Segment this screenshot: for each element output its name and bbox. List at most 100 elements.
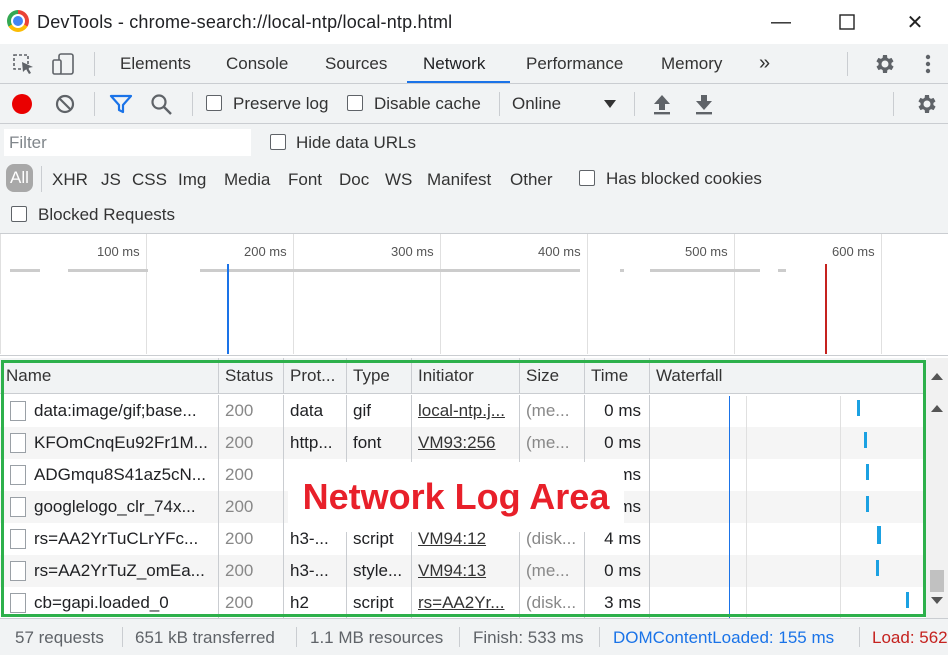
cell-size: (me... xyxy=(520,555,585,587)
filter-input[interactable] xyxy=(4,129,251,156)
network-log-area-label: Network Log Area xyxy=(288,462,624,532)
overview-tick-label: 100 ms xyxy=(97,244,140,259)
tab-performance[interactable]: Performance xyxy=(516,44,633,83)
waterfall-bar xyxy=(876,560,879,576)
import-har-button[interactable] xyxy=(652,93,672,120)
request-count: 57 requests xyxy=(15,628,104,647)
overview-activity-bar xyxy=(10,269,40,272)
cell-status: 200 xyxy=(219,427,284,459)
has-blocked-cookies-label: Has blocked cookies xyxy=(606,169,762,188)
settings-gear-icon[interactable] xyxy=(871,52,897,76)
hide-data-urls-checkbox[interactable] xyxy=(270,134,286,150)
divider xyxy=(847,52,848,76)
cell-type: script xyxy=(347,587,412,619)
tab-network[interactable]: Network xyxy=(407,44,510,83)
overview-activity-bar xyxy=(200,269,580,272)
cell-name: rs=AA2YrTuZ_omEa... xyxy=(0,555,219,587)
filter-type-manifest[interactable]: Manifest xyxy=(427,170,491,190)
filter-toggle-button[interactable] xyxy=(109,94,133,119)
record-button[interactable] xyxy=(12,94,32,114)
column-header-status[interactable]: Status xyxy=(219,358,284,394)
network-settings-button[interactable] xyxy=(913,92,939,121)
cell-status: 200 xyxy=(219,587,284,619)
disable-cache-checkbox[interactable] xyxy=(347,95,363,111)
column-header-time[interactable]: Time xyxy=(585,358,650,394)
export-har-button[interactable] xyxy=(694,93,714,120)
blocked-requests-checkbox[interactable] xyxy=(11,206,27,222)
filter-type-all[interactable]: All xyxy=(6,164,33,192)
table-row[interactable]: cb=gapi.loaded_0 200 h2 script rs=AA2Yr... (d… xyxy=(0,587,925,619)
filter-type-font[interactable]: Font xyxy=(288,170,322,190)
cell-protocol: h3-... xyxy=(284,555,347,587)
tab-elements[interactable]: Elements xyxy=(110,44,201,83)
maximize-icon xyxy=(839,14,855,30)
minimize-button[interactable]: — xyxy=(766,8,796,36)
cell-initiator[interactable]: rs=AA2Yr... xyxy=(412,587,520,619)
gear-icon xyxy=(918,95,936,113)
column-header-waterfall[interactable]: Waterfall xyxy=(650,358,925,394)
column-header-name[interactable]: Name xyxy=(0,358,219,394)
column-header-type[interactable]: Type xyxy=(347,358,412,394)
filter-type-ws[interactable]: WS xyxy=(385,170,412,190)
filter-type-other[interactable]: Other xyxy=(510,170,553,190)
tab-memory[interactable]: Memory xyxy=(651,44,732,83)
close-button[interactable]: ✕ xyxy=(900,8,930,36)
filter-type-xhr[interactable]: XHR xyxy=(52,170,88,190)
overview-gridline xyxy=(440,234,441,354)
waterfall-bar xyxy=(857,400,860,416)
overview-gridline xyxy=(734,234,735,354)
tab-console[interactable]: Console xyxy=(216,44,298,83)
filter-funnel-icon xyxy=(109,94,133,114)
table-scrollbar[interactable] xyxy=(926,358,948,618)
cell-name: rs=AA2YrTuCLrYFc... xyxy=(0,523,219,555)
scroll-up-arrow-icon[interactable] xyxy=(931,372,943,382)
scrollbar-thumb[interactable] xyxy=(930,570,944,592)
preserve-log-label: Preserve log xyxy=(233,94,329,113)
waterfall-bar xyxy=(866,496,869,512)
table-row[interactable]: rs=AA2YrTuZ_omEa... 200 h3-... style... VM94… xyxy=(0,555,925,587)
clear-button[interactable] xyxy=(54,93,76,120)
cell-initiator[interactable]: VM94:13 xyxy=(412,555,520,587)
divider xyxy=(893,92,894,116)
has-blocked-cookies-checkbox[interactable] xyxy=(579,170,595,186)
search-button[interactable] xyxy=(150,93,174,122)
table-header: Name Status Prot... Type Initiator Size … xyxy=(0,358,925,394)
more-tabs-button[interactable]: » xyxy=(749,44,780,83)
filter-type-img[interactable]: Img xyxy=(178,170,206,190)
filter-type-doc[interactable]: Doc xyxy=(339,170,369,190)
device-toolbar-icon[interactable] xyxy=(50,52,76,76)
overview-activity-bar xyxy=(68,269,148,272)
tab-sources[interactable]: Sources xyxy=(315,44,397,83)
scroll-down-arrow-icon[interactable] xyxy=(931,596,943,606)
timeline-overview[interactable]: 100 ms 200 ms 300 ms 400 ms 500 ms 600 m… xyxy=(0,234,948,356)
kebab-menu-icon[interactable] xyxy=(915,52,941,76)
waterfall-bar xyxy=(864,432,867,448)
cell-type: style... xyxy=(347,555,412,587)
cell-initiator[interactable]: local-ntp.j... xyxy=(412,395,520,427)
overview-activity-bar xyxy=(778,269,786,272)
scroll-up-arrow-icon[interactable] xyxy=(931,404,943,414)
maximize-button[interactable] xyxy=(832,8,862,36)
filter-type-media[interactable]: Media xyxy=(224,170,270,190)
cell-initiator[interactable]: VM93:256 xyxy=(412,427,520,459)
cell-status: 200 xyxy=(219,459,284,491)
throttling-select[interactable]: Online xyxy=(512,94,622,116)
finish-time: Finish: 533 ms xyxy=(473,628,584,647)
cell-time: 0 ms xyxy=(585,555,650,587)
cell-name: ADGmqu8S41az5cN... xyxy=(0,459,219,491)
preserve-log-checkbox[interactable] xyxy=(206,95,222,111)
table-row[interactable]: data:image/gif;base... 200 data gif local-nt… xyxy=(0,395,925,427)
cell-size: (me... xyxy=(520,395,585,427)
table-row[interactable]: KFOmCnqEu92Fr1M... 200 http... font VM93:256… xyxy=(0,427,925,459)
overview-gridline xyxy=(881,234,882,354)
filter-type-js[interactable]: JS xyxy=(101,170,121,190)
column-header-protocol[interactable]: Prot... xyxy=(284,358,347,394)
filter-type-css[interactable]: CSS xyxy=(132,170,167,190)
column-header-initiator[interactable]: Initiator xyxy=(412,358,520,394)
cell-status: 200 xyxy=(219,555,284,587)
window-titlebar: DevTools - chrome-search://local-ntp/loc… xyxy=(0,0,948,44)
load-event-marker xyxy=(825,264,827,354)
disable-cache-label: Disable cache xyxy=(374,94,481,113)
column-header-size[interactable]: Size xyxy=(520,358,585,394)
inspect-element-icon[interactable] xyxy=(11,52,37,76)
